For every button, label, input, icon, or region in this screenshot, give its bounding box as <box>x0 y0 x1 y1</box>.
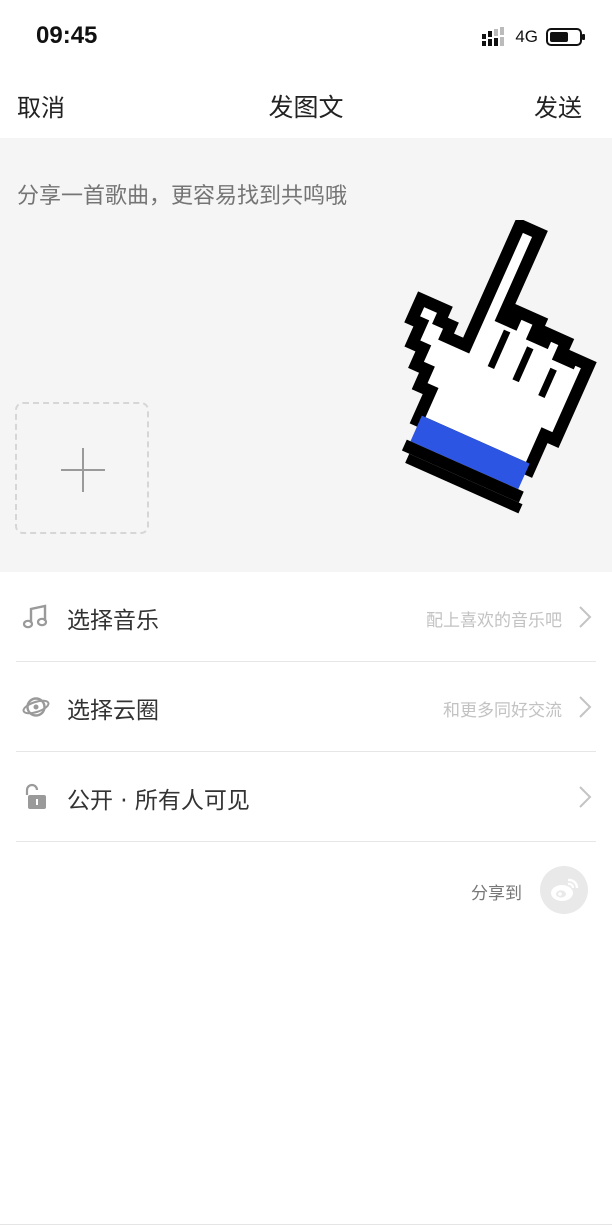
weibo-icon <box>551 878 579 901</box>
chevron-right-icon <box>579 606 592 628</box>
screen: 09:45 4G 取消 发图文 发送 分享一首歌曲，更容易找到共鸣哦 选择音乐 … <box>0 0 612 1227</box>
planet-icon <box>22 697 50 717</box>
add-image-button[interactable] <box>15 402 149 534</box>
visibility-row[interactable]: 公开 · 所有人可见 <box>16 752 596 842</box>
status-indicators: 4G <box>481 26 586 48</box>
select-circle-hint: 和更多同好交流 <box>443 701 562 721</box>
bottom-divider <box>0 1224 612 1225</box>
signal-bars-icon <box>482 27 505 46</box>
chevron-right-icon <box>579 786 592 808</box>
chevron-right-icon <box>579 696 592 718</box>
select-music-hint: 配上喜欢的音乐吧 <box>426 611 562 631</box>
nav-bar: 取消 发图文 发送 <box>0 74 612 138</box>
post-text-input[interactable] <box>17 166 577 226</box>
visibility-label: 公开 · 所有人可见 <box>67 788 250 814</box>
select-music-label: 选择音乐 <box>67 608 159 634</box>
status-time: 09:45 <box>36 22 98 49</box>
plus-icon <box>61 448 105 492</box>
music-note-icon <box>22 604 48 629</box>
send-button[interactable]: 发送 <box>534 88 582 123</box>
status-bar: 09:45 4G <box>0 0 612 74</box>
select-circle-label: 选择云圈 <box>67 698 159 724</box>
page-title: 发图文 <box>268 93 344 122</box>
select-music-row[interactable]: 选择音乐 配上喜欢的音乐吧 <box>16 572 596 662</box>
weibo-share-button[interactable] <box>540 866 588 914</box>
pointing-hand-cursor-icon <box>401 220 597 514</box>
unlock-icon <box>25 783 46 809</box>
battery-icon <box>546 28 585 46</box>
select-circle-row[interactable]: 选择云圈 和更多同好交流 <box>16 662 596 752</box>
share-to-label: 分享到 <box>471 884 522 904</box>
network-label: 4G <box>515 27 538 46</box>
